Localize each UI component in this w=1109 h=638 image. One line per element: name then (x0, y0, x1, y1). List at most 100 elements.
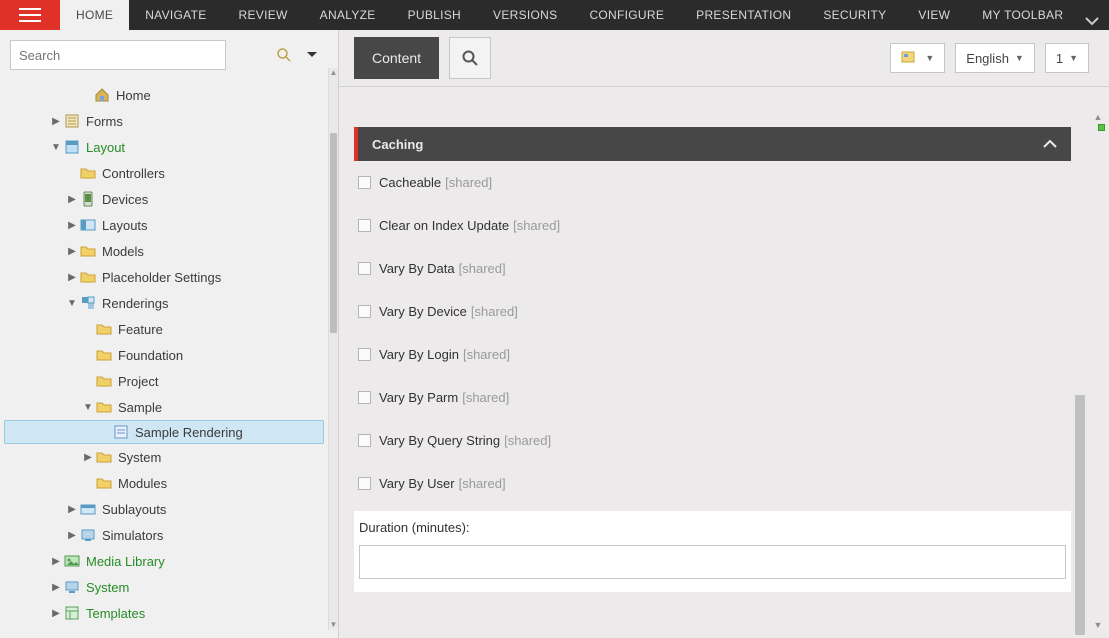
ribbon-tab-view[interactable]: VIEW (902, 0, 966, 30)
form-icon (64, 113, 80, 129)
duration-input[interactable] (359, 545, 1066, 579)
ribbon-tab-navigate[interactable]: NAVIGATE (129, 0, 222, 30)
checkbox[interactable] (358, 391, 371, 404)
validation-indicator[interactable] (1098, 124, 1105, 131)
media-icon (64, 553, 80, 569)
tree-node[interactable]: ▶Models (4, 238, 324, 264)
tree-node[interactable]: ▶Forms (4, 108, 324, 134)
field-row: Vary By Parm[shared] (354, 376, 1071, 419)
checkbox[interactable] (358, 305, 371, 318)
search-dropdown-icon[interactable] (306, 51, 326, 59)
ribbon-tab-versions[interactable]: VERSIONS (477, 0, 573, 30)
expand-icon[interactable]: ▶ (66, 530, 78, 541)
ribbon-tab-home[interactable]: HOME (60, 0, 129, 30)
search-icon[interactable] (276, 47, 292, 63)
tree-node[interactable]: ▶Layouts (4, 212, 324, 238)
ribbon-tab-presentation[interactable]: PRESENTATION (680, 0, 807, 30)
flag-icon (901, 51, 919, 65)
checkbox[interactable] (358, 348, 371, 361)
checkbox[interactable] (358, 219, 371, 232)
folder-icon (80, 243, 96, 259)
tree-node[interactable]: Controllers (4, 160, 324, 186)
checkbox[interactable] (358, 434, 371, 447)
collapse-icon[interactable]: ▼ (82, 402, 94, 413)
tree-node[interactable]: Sample Rendering (4, 420, 324, 444)
tree-node[interactable]: ▶ Sublayouts (4, 496, 324, 522)
field-label: Vary By Parm (379, 390, 458, 405)
ribbon-tab-my-toolbar[interactable]: MY TOOLBAR (966, 0, 1079, 30)
tree-node[interactable]: ▶System (4, 444, 324, 470)
field-label: Cacheable (379, 175, 441, 190)
expand-icon[interactable]: ▶ (66, 194, 78, 205)
tree-label: Project (118, 374, 158, 389)
content-search-button[interactable] (449, 37, 491, 79)
tree-scroll-up-icon[interactable]: ▲ (329, 68, 338, 78)
collapse-icon[interactable]: ▼ (66, 298, 78, 309)
tree-node[interactable]: ▶ System (4, 574, 324, 600)
expand-icon[interactable]: ▶ (50, 116, 62, 127)
ribbon-tab-analyze[interactable]: ANALYZE (304, 0, 392, 30)
tree-node[interactable]: ▼ Layout (4, 134, 324, 160)
chevron-down-icon: ▼ (1015, 53, 1024, 63)
layout-icon (64, 139, 80, 155)
checkbox[interactable] (358, 262, 371, 275)
tree-node[interactable]: Home (4, 82, 324, 108)
expand-icon[interactable]: ▶ (66, 272, 78, 283)
folder-icon (96, 475, 112, 491)
tree-node[interactable]: ▶Placeholder Settings (4, 264, 324, 290)
ribbon: HOME NAVIGATE REVIEW ANALYZE PUBLISH VER… (0, 0, 1109, 30)
content-scroll-down-icon[interactable]: ▼ (1091, 620, 1105, 634)
tree-node[interactable]: ▼ Sample (4, 394, 324, 420)
folder-icon (80, 269, 96, 285)
tree-node[interactable]: Foundation (4, 342, 324, 368)
tree-label: Media Library (86, 554, 165, 569)
ribbon-tab-review[interactable]: REVIEW (223, 0, 304, 30)
expand-icon[interactable]: ▶ (66, 220, 78, 231)
main-menu-button[interactable] (0, 0, 60, 30)
content-tree[interactable]: Home▶Forms ▼ Layout Controllers▶Devices▶Lay… (0, 78, 338, 638)
tree-node[interactable]: ▶ Media Library (4, 548, 324, 574)
sim-icon (80, 527, 96, 543)
language-chip[interactable]: English ▼ (955, 43, 1035, 73)
expand-icon[interactable]: ▶ (50, 608, 62, 619)
expand-icon[interactable]: ▶ (50, 556, 62, 567)
tree-node[interactable]: ▶Devices (4, 186, 324, 212)
version-chip[interactable]: 1 ▼ (1045, 43, 1089, 73)
tree-label: Renderings (102, 296, 169, 311)
ribbon-tab-publish[interactable]: PUBLISH (392, 0, 477, 30)
tree-label: Sample (118, 400, 162, 415)
tree-label: System (86, 580, 129, 595)
collapse-icon[interactable]: ▼ (50, 142, 62, 153)
expand-icon[interactable]: ▶ (82, 452, 94, 463)
search-input[interactable] (10, 40, 226, 70)
content-tab[interactable]: Content (354, 37, 439, 79)
tree-node[interactable]: Feature (4, 316, 324, 342)
shared-hint: [shared] (463, 347, 510, 362)
content-scroll-thumb[interactable] (1075, 395, 1085, 635)
navigate-chip[interactable]: ▼ (890, 43, 945, 73)
tree-label: Sublayouts (102, 502, 166, 517)
tree-scroll-down-icon[interactable]: ▼ (329, 620, 338, 630)
field-row: Vary By Query String[shared] (354, 419, 1071, 462)
expand-icon[interactable]: ▶ (66, 246, 78, 257)
tree-node[interactable]: ▶Templates (4, 600, 324, 626)
ribbon-tab-security[interactable]: SECURITY (807, 0, 902, 30)
ribbon-tab-configure[interactable]: CONFIGURE (573, 0, 680, 30)
tree-node[interactable]: Project (4, 368, 324, 394)
section-header-caching[interactable]: Caching (354, 127, 1071, 161)
field-label: Vary By Query String (379, 433, 500, 448)
device-icon (80, 191, 96, 207)
tree-node[interactable]: ▶Simulators (4, 522, 324, 548)
tree-label: Layout (86, 140, 125, 155)
tree-node[interactable]: Modules (4, 470, 324, 496)
expand-icon[interactable]: ▶ (66, 504, 78, 515)
tree-scrollbar[interactable]: ▲ ▼ (328, 68, 338, 630)
tree-node[interactable]: ▼ Renderings (4, 290, 324, 316)
tree-scroll-thumb[interactable] (330, 133, 337, 333)
expand-icon[interactable]: ▶ (50, 582, 62, 593)
shared-hint: [shared] (445, 175, 492, 190)
ribbon-collapse-button[interactable] (1085, 16, 1099, 26)
section-title: Caching (372, 137, 423, 152)
checkbox[interactable] (358, 176, 371, 189)
checkbox[interactable] (358, 477, 371, 490)
